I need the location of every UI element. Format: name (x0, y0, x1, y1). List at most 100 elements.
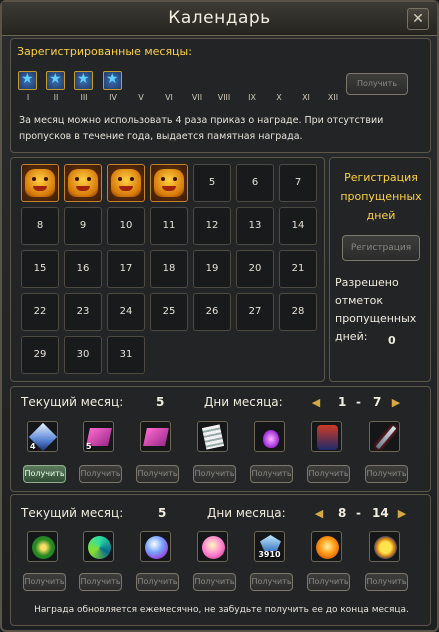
calendar-day[interactable]: 29 (21, 336, 59, 374)
calendar-day[interactable]: 28 (279, 293, 317, 331)
claim-months-button[interactable]: Получить (346, 73, 408, 95)
reward-slot[interactable] (311, 531, 342, 562)
calendar-day[interactable]: 10 (107, 207, 145, 245)
allowed-missed-label: Разрешено отметок пропущенных дней: (335, 276, 417, 343)
week1-range-to: 7 (373, 395, 382, 409)
reward-slot[interactable] (83, 531, 114, 562)
claim-reward-button[interactable]: Получить (365, 465, 408, 483)
week2-current-month: 5 (158, 506, 167, 520)
month-label: X (276, 93, 282, 102)
calendar-window: Календарь ✕ Зарегистрированные месяцы: I… (0, 0, 439, 632)
registered-info-text: За месяц можно использовать 4 раза прика… (19, 115, 384, 142)
reward-slot[interactable]: 3910 (254, 531, 285, 562)
calendar-day[interactable]: 31 (107, 336, 145, 374)
reward-slot[interactable] (369, 531, 400, 562)
calendar-day[interactable]: 7 (279, 164, 317, 202)
reward-slot[interactable]: 5 (83, 421, 114, 452)
missed-days-title: Регистрация пропущенных дней (340, 171, 422, 222)
crystal-icon (260, 535, 281, 551)
week2-next-arrow-icon[interactable]: ▶ (395, 508, 409, 520)
pink-orb-icon (202, 536, 225, 559)
claim-reward-button[interactable]: Получить (250, 573, 293, 591)
calendar-day[interactable]: 19 (193, 250, 231, 288)
calendar-day[interactable]: 9 (64, 207, 102, 245)
window-title: Календарь (168, 8, 271, 28)
weapon-icon (375, 425, 397, 450)
week1-prev-arrow-icon[interactable]: ◀ (309, 397, 323, 409)
reward-slot[interactable] (254, 421, 285, 452)
month-label: IX (248, 93, 256, 102)
claim-reward-button[interactable]: Получить (250, 465, 293, 483)
reward-slot[interactable] (140, 531, 171, 562)
claim-reward-button[interactable]: Получить (136, 573, 179, 591)
week2-prev-arrow-icon[interactable]: ◀ (312, 508, 326, 520)
calendar-day[interactable]: 17 (107, 250, 145, 288)
calendar-day[interactable]: 18 (150, 250, 188, 288)
calendar-day[interactable]: 23 (64, 293, 102, 331)
tiger-head-icon (68, 169, 98, 197)
calendar-day[interactable]: 21 (279, 250, 317, 288)
swirl-orb-icon (88, 536, 111, 559)
reward-count: 3910 (258, 550, 281, 559)
reward-slot[interactable] (311, 421, 342, 452)
register-missed-button[interactable]: Регистрация (342, 235, 420, 261)
calendar-day[interactable]: 14 (279, 207, 317, 245)
reward-slot[interactable]: 4 (27, 421, 58, 452)
calendar-day[interactable]: 15 (21, 250, 59, 288)
calendar-day[interactable]: 30 (64, 336, 102, 374)
reward-slot[interactable] (140, 421, 171, 452)
calendar-grid: 5 6 7 8 9 10 11 12 13 14 15 16 17 18 19 20 21 22 23 24 25 26 2… (10, 157, 325, 382)
sun-icon (374, 536, 397, 559)
title-bar[interactable]: Календарь ✕ (2, 2, 437, 36)
reward-slot[interactable] (369, 421, 400, 452)
calendar-day-claimed[interactable] (64, 164, 102, 202)
week2-range-to: 14 (372, 506, 389, 520)
armor-icon (317, 425, 338, 450)
calendar-day[interactable]: 6 (236, 164, 274, 202)
claim-reward-button[interactable]: Получить (79, 573, 122, 591)
week1-current-month: 5 (156, 395, 165, 409)
week1-next-arrow-icon[interactable]: ▶ (389, 397, 403, 409)
calendar-day[interactable]: 20 (236, 250, 274, 288)
calendar-day-claimed[interactable] (107, 164, 145, 202)
claim-reward-button[interactable]: Получить (79, 465, 122, 483)
week2-range-sep: - (356, 506, 361, 520)
calendar-day-claimed[interactable] (21, 164, 59, 202)
calendar-day[interactable]: 5 (193, 164, 231, 202)
calendar-day[interactable]: 8 (21, 207, 59, 245)
month-label: VIII (217, 93, 231, 102)
month-label: IV (109, 93, 117, 102)
month-star-icon (46, 71, 65, 90)
calendar-day[interactable]: 27 (236, 293, 274, 331)
week2-range-from: 8 (338, 506, 347, 520)
calendar-day[interactable]: 25 (150, 293, 188, 331)
claim-reward-button[interactable]: Получить (23, 465, 66, 483)
missed-days-panel: Регистрация пропущенных дней Регистрация… (329, 157, 431, 382)
close-button[interactable]: ✕ (407, 8, 429, 30)
claim-reward-button[interactable]: Получить (136, 465, 179, 483)
calendar-day[interactable]: 24 (107, 293, 145, 331)
month-label: II (53, 93, 59, 102)
claim-reward-button[interactable]: Получить (193, 465, 236, 483)
week2-current-month-label: Текущий месяц: (21, 506, 124, 520)
week1-range-sep: - (356, 395, 361, 409)
claim-reward-button[interactable]: Получить (307, 465, 350, 483)
eye-orb-icon (32, 536, 55, 559)
calendar-day[interactable]: 12 (193, 207, 231, 245)
reward-slot[interactable] (197, 421, 228, 452)
calendar-day-claimed[interactable] (150, 164, 188, 202)
month-star-icon (74, 71, 93, 90)
reward-slot[interactable] (197, 531, 228, 562)
calendar-day[interactable]: 22 (21, 293, 59, 331)
calendar-day[interactable]: 16 (64, 250, 102, 288)
claim-reward-button[interactable]: Получить (193, 573, 236, 591)
week2-footer-text: Награда обновляется ежемесячно, не забуд… (34, 605, 409, 615)
claim-reward-button[interactable]: Получить (307, 573, 350, 591)
calendar-day[interactable]: 13 (236, 207, 274, 245)
calendar-day[interactable]: 26 (193, 293, 231, 331)
reward-slot[interactable] (27, 531, 58, 562)
calendar-day[interactable]: 11 (150, 207, 188, 245)
claim-reward-button[interactable]: Получить (365, 573, 408, 591)
month-label: I (26, 93, 30, 102)
claim-reward-button[interactable]: Получить (23, 573, 66, 591)
